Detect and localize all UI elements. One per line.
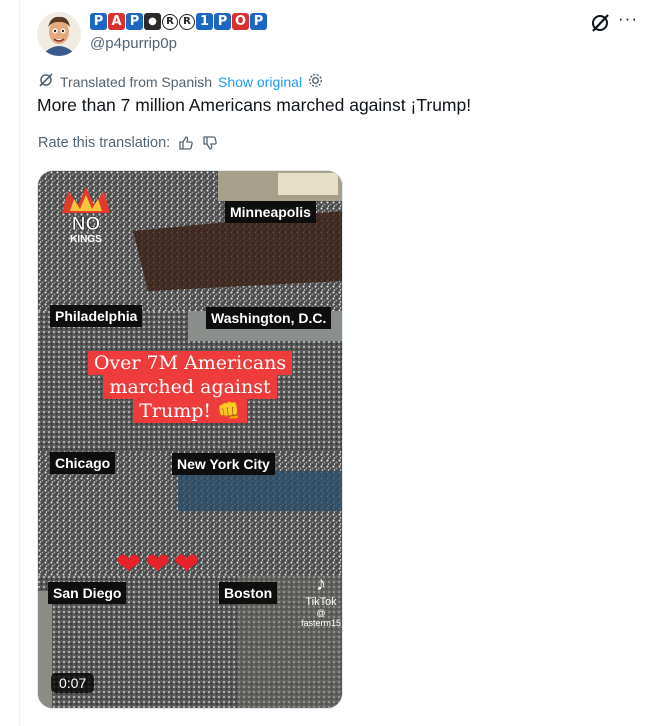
svg-text:KINGS: KINGS bbox=[70, 234, 102, 245]
city-label: Chicago bbox=[50, 452, 116, 474]
avatar[interactable] bbox=[37, 12, 81, 56]
name-letter: ● bbox=[144, 13, 161, 30]
city-label: Philadelphia bbox=[50, 305, 143, 327]
headline-line: Trump! 👊 bbox=[133, 399, 247, 423]
heart-icon: ❤ bbox=[116, 548, 142, 581]
translate-icon bbox=[38, 72, 54, 91]
city-label: Washington, D.C. bbox=[206, 307, 332, 329]
rate-label: Rate this translation: bbox=[38, 135, 171, 151]
show-original-link[interactable]: Show original bbox=[218, 74, 302, 90]
tweet-text: More than 7 million Americans marched ag… bbox=[37, 95, 472, 115]
no-kings-logo: NO KINGS bbox=[62, 187, 110, 245]
gear-icon[interactable] bbox=[308, 73, 323, 91]
heart-icon: ❤ bbox=[174, 548, 200, 581]
name-letter: P bbox=[126, 13, 143, 30]
city-label: New York City bbox=[172, 453, 275, 475]
video-duration: 0:07 bbox=[51, 673, 95, 693]
watermark-label: TikTok bbox=[305, 596, 337, 608]
rate-translation: Rate this translation: bbox=[38, 135, 218, 151]
city-label: Boston bbox=[219, 582, 278, 604]
name-letter: R bbox=[179, 13, 195, 30]
crowd-footage bbox=[38, 171, 342, 708]
translation-bar: Translated from Spanish Show original bbox=[38, 72, 323, 91]
watermark-user: @ fasterm15 bbox=[300, 608, 342, 628]
name-letter: 1 bbox=[196, 13, 213, 30]
user-handle[interactable]: @p4purrip0p bbox=[90, 35, 177, 52]
name-letter: P bbox=[90, 13, 107, 30]
more-icon[interactable]: ··· bbox=[618, 9, 638, 29]
display-name[interactable]: P A P ● R R 1 P O P bbox=[90, 13, 267, 30]
city-label: San Diego bbox=[48, 582, 127, 604]
headline-line: Over 7M Americans bbox=[87, 351, 293, 375]
name-letter: P bbox=[250, 13, 267, 30]
tiktok-watermark: ♪ TikTok @ fasterm15 bbox=[300, 573, 342, 628]
svg-text:NO: NO bbox=[72, 214, 101, 235]
tiktok-icon: ♪ bbox=[316, 573, 326, 595]
heart-icon: ❤ bbox=[145, 548, 171, 581]
name-letter: R bbox=[162, 13, 178, 30]
video-player[interactable]: NO KINGS Minneapolis Philadelphia Washin… bbox=[37, 170, 343, 709]
name-letter: P bbox=[214, 13, 231, 30]
headline-line: marched against bbox=[103, 375, 277, 399]
translation-note: Translated from Spanish bbox=[60, 73, 212, 90]
thumbs-up-icon[interactable] bbox=[178, 135, 194, 151]
name-letter: A bbox=[108, 13, 125, 30]
city-label: Minneapolis bbox=[225, 201, 316, 223]
thread-rail bbox=[19, 0, 20, 726]
grok-icon[interactable] bbox=[589, 12, 611, 34]
video-headline: Over 7M Americans marched against Trump!… bbox=[80, 351, 300, 423]
name-letter: O bbox=[232, 13, 249, 30]
hearts: ❤ ❤ ❤ bbox=[116, 547, 199, 582]
thumbs-down-icon[interactable] bbox=[202, 135, 218, 151]
